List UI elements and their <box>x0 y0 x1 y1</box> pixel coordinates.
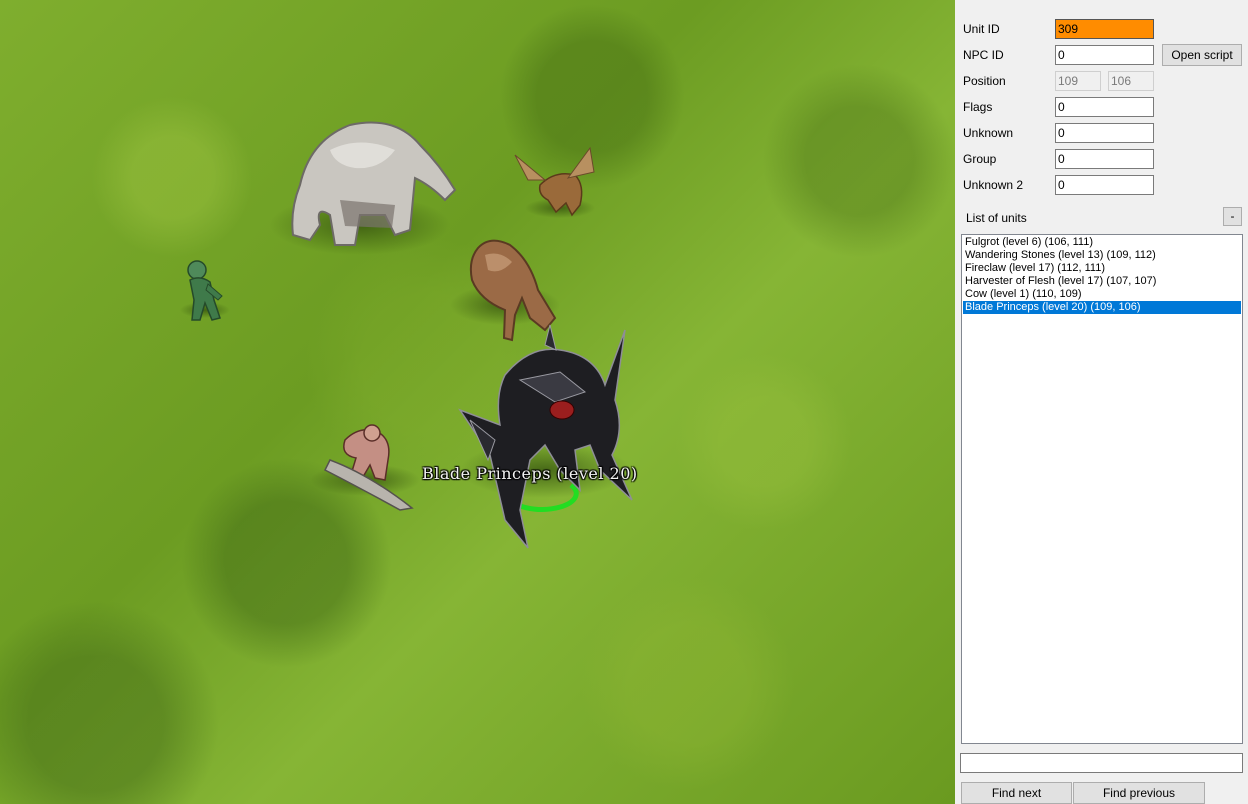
unit-list-item[interactable]: Cow (level 1) (110, 109) <box>963 288 1241 301</box>
unit-fireclaw[interactable] <box>514 146 595 218</box>
find-previous-button[interactable]: Find previous <box>1073 782 1205 804</box>
unit-fulgrot[interactable] <box>180 260 230 321</box>
unit-list-item[interactable]: Fireclaw (level 17) (112, 111) <box>963 262 1241 275</box>
position-x-field <box>1055 71 1101 91</box>
unit-id-label: Unit ID <box>963 22 1000 36</box>
npc-id-field[interactable] <box>1055 45 1154 65</box>
open-script-button[interactable]: Open script <box>1162 44 1242 66</box>
group-label: Group <box>963 152 997 166</box>
unknown2-label: Unknown 2 <box>963 178 1024 192</box>
position-label: Position <box>963 74 1006 88</box>
group-field[interactable] <box>1055 149 1154 169</box>
unit-list-header: List of units <box>966 211 1027 225</box>
unit-list-item[interactable]: Harvester of Flesh (level 17) (107, 107) <box>963 275 1241 288</box>
unit-cow[interactable] <box>450 239 560 342</box>
unit-list[interactable]: Fulgrot (level 6) (106, 111) Wandering St… <box>961 234 1243 744</box>
game-scene[interactable] <box>0 0 955 804</box>
position-y-field <box>1108 71 1154 91</box>
unit-harvester-of-flesh[interactable] <box>310 424 420 511</box>
unit-id-field[interactable] <box>1055 19 1154 39</box>
search-input[interactable] <box>960 753 1243 773</box>
find-next-button[interactable]: Find next <box>961 782 1072 804</box>
unit-blade-princeps[interactable] <box>458 324 633 549</box>
unit-list-item[interactable]: Wandering Stones (level 13) (109, 112) <box>963 249 1241 262</box>
unknown-label: Unknown <box>963 126 1014 140</box>
npc-id-label: NPC ID <box>963 48 1004 62</box>
game-viewport[interactable]: Blade Princeps (level 20) <box>0 0 955 804</box>
flags-label: Flags <box>963 100 993 114</box>
unknown2-field[interactable] <box>1055 175 1154 195</box>
unit-wandering-stones[interactable] <box>270 121 457 256</box>
unit-editor-panel: Unit ID NPC ID Open script Position Flag… <box>955 0 1248 804</box>
unit-list-item[interactable]: Blade Princeps (level 20) (109, 106) <box>963 301 1241 314</box>
collapse-list-button[interactable]: - <box>1223 207 1242 226</box>
selected-unit-nameplate: Blade Princeps (level 20) <box>422 464 638 483</box>
unknown-field[interactable] <box>1055 123 1154 143</box>
unit-list-item[interactable]: Fulgrot (level 6) (106, 111) <box>963 236 1241 249</box>
flags-field[interactable] <box>1055 97 1154 117</box>
